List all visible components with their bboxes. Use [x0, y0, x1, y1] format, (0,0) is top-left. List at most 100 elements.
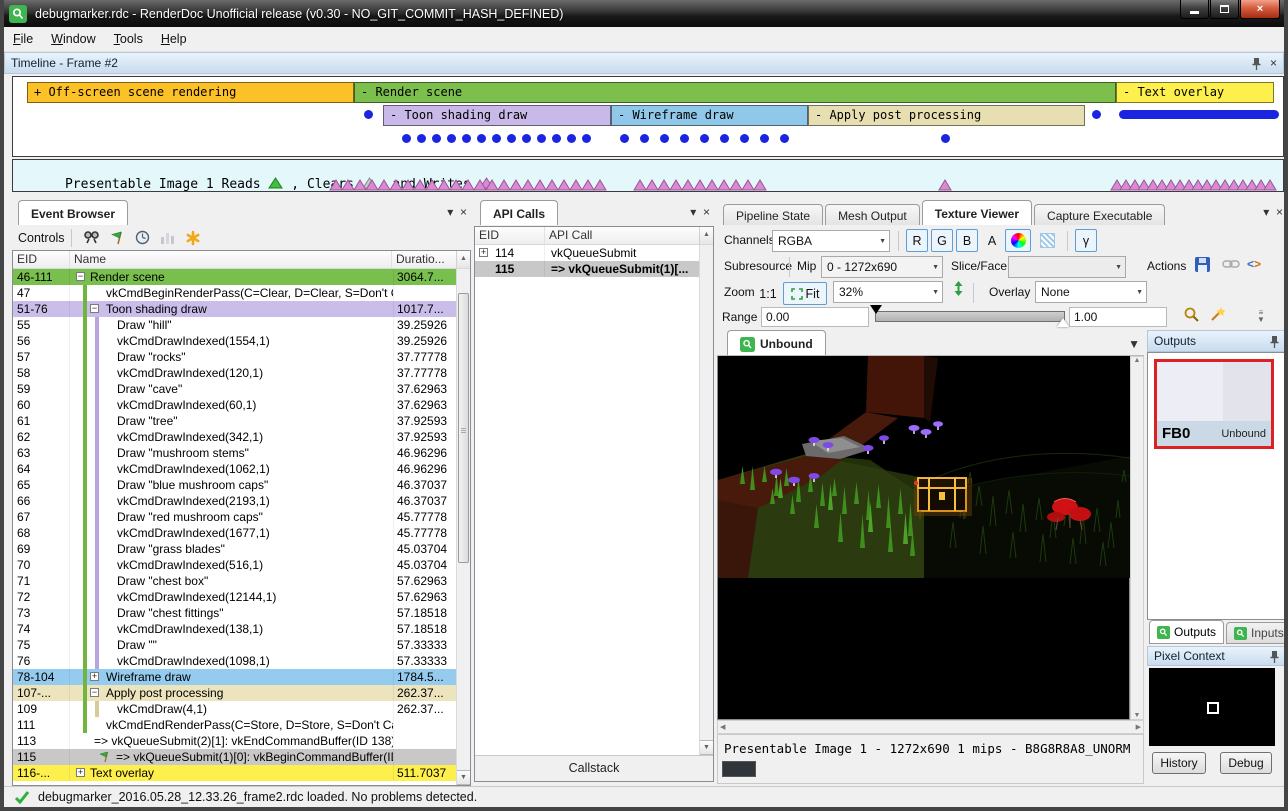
- timeline-close-icon[interactable]: ×: [1270, 56, 1277, 70]
- scroll-left-button[interactable]: ◀: [720, 721, 725, 734]
- pin-icon[interactable]: [1251, 57, 1262, 70]
- menu-file[interactable]: File: [4, 28, 42, 50]
- event-dot[interactable]: [567, 134, 576, 143]
- pin-icon[interactable]: [1269, 335, 1280, 348]
- menu-help[interactable]: Help: [152, 28, 196, 50]
- collapse-icon[interactable]: −: [76, 272, 85, 281]
- tab-pipeline-state[interactable]: Pipeline State: [723, 204, 823, 225]
- event-row[interactable]: 109vkCmdDraw(4,1)262.37...: [13, 701, 458, 717]
- menu-tools[interactable]: Tools: [105, 28, 152, 50]
- event-row[interactable]: 75Draw ""57.33333: [13, 637, 458, 653]
- scroll-down-button[interactable]: ▼: [700, 740, 714, 755]
- usage-triangle-cluster[interactable]: [1110, 178, 1272, 192]
- timeline-marker-bar[interactable]: - Toon shading draw: [383, 105, 611, 126]
- timeline-marker-bar[interactable]: - Apply post processing: [808, 105, 1085, 126]
- scroll-up-button[interactable]: ▲: [699, 227, 713, 244]
- api-calls-close-icon[interactable]: ×: [703, 205, 710, 219]
- callstack-bar[interactable]: Callstack: [475, 755, 713, 781]
- zoom-fit-button[interactable]: Fit: [783, 282, 827, 305]
- save-texture-icon[interactable]: [1194, 256, 1211, 276]
- event-row[interactable]: 63Draw "mushroom stems"46.96296: [13, 445, 458, 461]
- event-dot[interactable]: [740, 134, 749, 143]
- texture-viewport[interactable]: [717, 356, 1130, 720]
- event-dot[interactable]: [477, 134, 486, 143]
- event-dot[interactable]: [462, 134, 471, 143]
- event-dot[interactable]: [537, 134, 546, 143]
- range-black-point-handle[interactable]: [870, 305, 882, 314]
- open-resource-code-icon[interactable]: <>: [1247, 257, 1261, 271]
- range-autofit-magnifier-icon[interactable]: [1183, 306, 1200, 326]
- event-row[interactable]: 46-111−Render scene3064.7...: [13, 269, 458, 285]
- scroll-right-button[interactable]: ▶: [1136, 721, 1141, 734]
- event-dot[interactable]: [364, 110, 373, 119]
- dock-menu-icon[interactable]: ▾: [690, 205, 696, 219]
- event-dot[interactable]: [640, 134, 649, 143]
- fb0-thumbnail[interactable]: FB0 Unbound: [1154, 359, 1274, 449]
- channels-select[interactable]: RGBA▼: [772, 230, 890, 252]
- event-row[interactable]: 57Draw "rocks"37.77778: [13, 349, 458, 365]
- event-browser-scrollbar[interactable]: ▼: [456, 269, 470, 785]
- toolbar-overflow-icon[interactable]: ≡▼: [1257, 309, 1265, 323]
- event-dot[interactable]: [447, 134, 456, 143]
- alpha-checker-toggle[interactable]: [1035, 229, 1059, 252]
- event-row[interactable]: 51-76−Toon shading draw1017.7...: [13, 301, 458, 317]
- event-dot[interactable]: [620, 134, 629, 143]
- event-dot[interactable]: [402, 134, 411, 143]
- event-row[interactable]: 67Draw "red mushroom caps"45.77778: [13, 509, 458, 525]
- range-white-point-handle[interactable]: [1057, 318, 1069, 327]
- range-min-input[interactable]: 0.00: [761, 307, 869, 327]
- event-dot[interactable]: [507, 134, 516, 143]
- menu-window[interactable]: Window: [42, 28, 104, 50]
- event-row[interactable]: 107-...−Apply post processing262.37...: [13, 685, 458, 701]
- event-row[interactable]: 113=> vkQueueSubmit(2)[1]: vkEndCommandB…: [13, 733, 458, 749]
- bookmark-asterisk-icon[interactable]: [185, 230, 201, 246]
- event-dot[interactable]: [432, 134, 441, 143]
- event-row[interactable]: 56vkCmdDrawIndexed(1554,1)39.25926: [13, 333, 458, 349]
- timeline-marker-bar[interactable]: + Off-screen scene rendering: [27, 82, 354, 103]
- tab-texture-viewer[interactable]: Texture Viewer: [922, 200, 1032, 225]
- dock-menu-icon[interactable]: ▾: [447, 205, 453, 219]
- collapse-icon[interactable]: −: [90, 304, 99, 313]
- event-row[interactable]: 72vkCmdDrawIndexed(12144,1)57.62963: [13, 589, 458, 605]
- event-row[interactable]: 116-...+Text overlay511.7037: [13, 765, 458, 781]
- usage-triangle-cluster[interactable]: [329, 178, 605, 192]
- event-row[interactable]: 76vkCmdDrawIndexed(1098,1)57.33333: [13, 653, 458, 669]
- event-dot[interactable]: [700, 134, 709, 143]
- api-calls-scrollbar[interactable]: ▼: [699, 245, 713, 755]
- event-row[interactable]: 64vkCmdDrawIndexed(1062,1)46.96296: [13, 461, 458, 477]
- viewport-vscrollbar[interactable]: ▲ ▼: [1130, 356, 1144, 720]
- debug-button[interactable]: Debug: [1220, 752, 1272, 774]
- tab-mesh-output[interactable]: Mesh Output: [825, 204, 920, 225]
- api-call-row[interactable]: +114vkQueueSubmit: [475, 245, 699, 261]
- stats-chart-icon[interactable]: [160, 230, 175, 245]
- expand-icon[interactable]: +: [76, 768, 85, 777]
- find-event-icon[interactable]: [83, 230, 100, 245]
- event-row[interactable]: 47vkCmdBeginRenderPass(C=Clear, D=Clear,…: [13, 285, 458, 301]
- link-texture-icon[interactable]: [1222, 257, 1240, 274]
- minimize-button[interactable]: [1180, 0, 1209, 19]
- zoom-level-select[interactable]: 32%▼: [833, 281, 943, 303]
- event-dot[interactable]: [680, 134, 689, 143]
- dock-menu-icon[interactable]: ▾: [1263, 205, 1269, 219]
- event-dot[interactable]: [780, 134, 789, 143]
- jump-to-event-flag-icon[interactable]: [110, 230, 125, 245]
- mip-select[interactable]: 0 - 1272x690▼: [821, 256, 943, 278]
- event-dot[interactable]: [941, 134, 950, 143]
- collapse-icon[interactable]: −: [90, 688, 99, 697]
- event-pill[interactable]: [1119, 110, 1279, 119]
- event-dot[interactable]: [760, 134, 769, 143]
- usage-triangle-cluster[interactable]: [938, 178, 950, 192]
- event-row[interactable]: 70vkCmdDrawIndexed(516,1)45.03704: [13, 557, 458, 573]
- channel-red-toggle[interactable]: R: [906, 229, 928, 252]
- scroll-down-button[interactable]: ▼: [1131, 712, 1143, 719]
- tab-event-browser[interactable]: Event Browser: [18, 200, 128, 225]
- event-dot[interactable]: [552, 134, 561, 143]
- channel-alpha-toggle[interactable]: A: [981, 229, 1003, 252]
- event-row[interactable]: 111vkCmdEndRenderPass(C=Store, D=Store, …: [13, 717, 458, 733]
- event-dot[interactable]: [582, 134, 591, 143]
- event-row[interactable]: 74vkCmdDrawIndexed(138,1)57.18518: [13, 621, 458, 637]
- channel-green-toggle[interactable]: G: [931, 229, 953, 252]
- color-wheel-toggle[interactable]: [1005, 229, 1031, 252]
- event-dot[interactable]: [522, 134, 531, 143]
- flip-y-icon[interactable]: [953, 280, 964, 300]
